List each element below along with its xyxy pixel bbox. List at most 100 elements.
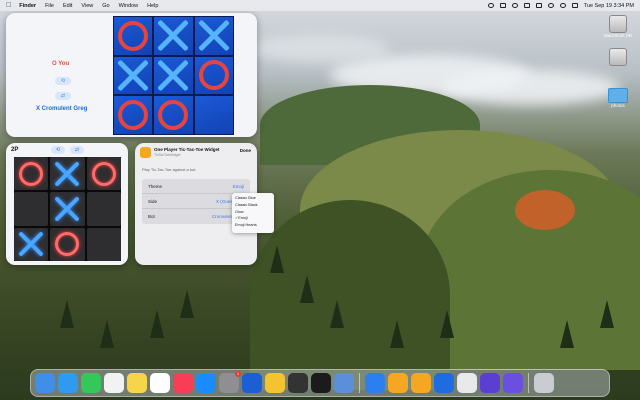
board-cell[interactable] bbox=[154, 96, 193, 134]
menu-edit[interactable]: Edit bbox=[63, 3, 72, 9]
board-cell[interactable] bbox=[14, 157, 49, 191]
reset-button[interactable]: ⟲ bbox=[55, 77, 71, 85]
dropdown-option[interactable]: Emoji Hearts bbox=[235, 222, 271, 229]
menu-view[interactable]: View bbox=[81, 3, 93, 9]
notification-badge: 1 bbox=[235, 371, 241, 377]
xcode-icon[interactable] bbox=[365, 373, 385, 393]
done-button[interactable]: Done bbox=[240, 148, 251, 153]
board-cell[interactable] bbox=[86, 157, 121, 191]
x-mark-icon bbox=[17, 230, 45, 258]
app-icon bbox=[140, 147, 151, 158]
dock-separator bbox=[359, 373, 360, 393]
status-icon[interactable] bbox=[487, 3, 494, 8]
1password-alt-icon[interactable] bbox=[434, 373, 454, 393]
board-cell[interactable] bbox=[114, 56, 153, 95]
bluetooth-icon[interactable] bbox=[523, 3, 530, 8]
player-opponent-label: X Cromulent Greg bbox=[36, 106, 88, 112]
chrome-icon[interactable] bbox=[265, 373, 285, 393]
swap-button-small[interactable]: ⇄ bbox=[70, 146, 84, 154]
player-you-label: O You bbox=[52, 61, 70, 67]
game-purple-alt-icon[interactable] bbox=[503, 373, 523, 393]
board-cell[interactable] bbox=[86, 227, 121, 261]
config-row-theme[interactable]: Theme Emoji bbox=[142, 179, 250, 194]
menu-datetime[interactable]: Tue Sep 19 3:34 PM bbox=[584, 3, 634, 9]
o-mark-icon bbox=[19, 161, 44, 186]
x-mark-icon bbox=[53, 195, 81, 223]
config-title: One Player Tic-Tac-Toe Widget bbox=[154, 147, 220, 152]
board-cell[interactable] bbox=[194, 17, 233, 55]
x-mark-icon bbox=[156, 58, 190, 92]
desktop-icon-drive[interactable]: Macintosh HD bbox=[603, 15, 633, 38]
text-editor-icon[interactable] bbox=[457, 373, 477, 393]
clock-icon[interactable] bbox=[511, 3, 518, 8]
reset-button-small[interactable]: ⟲ bbox=[51, 146, 65, 154]
drive-icon bbox=[609, 48, 627, 66]
widget-title-2p: 2P bbox=[11, 147, 19, 153]
x-mark-icon bbox=[116, 58, 150, 92]
apple-menu-icon[interactable]:  bbox=[6, 2, 11, 9]
terminal-icon[interactable] bbox=[311, 373, 331, 393]
1password-icon[interactable] bbox=[242, 373, 262, 393]
trash-icon[interactable] bbox=[534, 373, 554, 393]
dock: 1 bbox=[30, 369, 610, 397]
dropdown-option-selected[interactable]: Emoji bbox=[235, 215, 271, 222]
dropdown-option[interactable]: Classic Black bbox=[235, 202, 271, 209]
x-mark-icon bbox=[53, 160, 81, 188]
menu-file[interactable]: File bbox=[45, 3, 54, 9]
search-icon[interactable] bbox=[559, 3, 566, 8]
wifi-icon[interactable] bbox=[547, 3, 554, 8]
control-center-icon[interactable] bbox=[571, 3, 578, 8]
music-icon[interactable] bbox=[173, 373, 193, 393]
desktop-icon-drive-2[interactable] bbox=[603, 48, 633, 66]
desktop-icon-label: Macintosh HD bbox=[603, 33, 633, 38]
o-mark-icon bbox=[118, 100, 149, 131]
desktop-icon-label: photos bbox=[611, 103, 625, 108]
reminders-icon[interactable] bbox=[104, 373, 124, 393]
preview-icon[interactable] bbox=[334, 373, 354, 393]
board-cell[interactable] bbox=[194, 56, 233, 95]
config-description: Play Tic-Tac-Toe against a bot. bbox=[142, 167, 197, 172]
board-cell[interactable] bbox=[154, 17, 193, 55]
x-mark-icon bbox=[156, 19, 190, 53]
messages-icon[interactable] bbox=[81, 373, 101, 393]
drive-icon bbox=[609, 15, 627, 33]
o-mark-icon bbox=[118, 20, 149, 51]
display-icon[interactable] bbox=[499, 3, 506, 8]
app-store-icon[interactable] bbox=[196, 373, 216, 393]
safari-icon[interactable] bbox=[58, 373, 78, 393]
board-cell[interactable] bbox=[50, 192, 85, 226]
system-settings-icon[interactable]: 1 bbox=[219, 371, 241, 393]
config-row-label: Side bbox=[148, 198, 158, 204]
photos-icon[interactable] bbox=[150, 373, 170, 393]
sun-app-icon[interactable] bbox=[388, 373, 408, 393]
dock-separator bbox=[528, 373, 529, 393]
menu-window[interactable]: Window bbox=[119, 3, 139, 9]
board-cell[interactable] bbox=[86, 192, 121, 226]
swap-button[interactable]: ⇄ bbox=[55, 92, 71, 100]
config-row-value[interactable]: Emoji bbox=[233, 184, 244, 189]
board-cell[interactable] bbox=[114, 17, 153, 55]
board-cell[interactable] bbox=[154, 56, 193, 95]
menu-bar:  Finder File Edit View Go Window Help T… bbox=[0, 0, 640, 11]
desktop-icon-photos-folder[interactable]: photos bbox=[603, 88, 633, 108]
tictactoe-icon[interactable] bbox=[411, 373, 431, 393]
game-purple-icon[interactable] bbox=[480, 373, 500, 393]
board-cell[interactable] bbox=[14, 192, 49, 226]
notes-icon[interactable] bbox=[127, 373, 147, 393]
board-cell[interactable] bbox=[50, 157, 85, 191]
board-cell[interactable] bbox=[50, 227, 85, 261]
dropdown-option[interactable]: Glow bbox=[235, 209, 271, 216]
menu-app-name[interactable]: Finder bbox=[19, 3, 36, 9]
battery-icon[interactable] bbox=[535, 3, 542, 8]
menu-help[interactable]: Help bbox=[147, 3, 158, 9]
board-cell[interactable] bbox=[14, 227, 49, 261]
board-cell[interactable] bbox=[194, 96, 233, 134]
dropdown-option[interactable]: Classic Blue bbox=[235, 195, 271, 202]
finder-icon[interactable] bbox=[35, 373, 55, 393]
x-mark-icon bbox=[197, 19, 231, 53]
menu-go[interactable]: Go bbox=[102, 3, 109, 9]
o-mark-icon bbox=[158, 100, 189, 131]
config-header: One Player Tic-Tac-Toe Widget TicTacToeW… bbox=[135, 143, 257, 161]
calculator-icon[interactable] bbox=[288, 373, 308, 393]
board-cell[interactable] bbox=[114, 96, 153, 134]
